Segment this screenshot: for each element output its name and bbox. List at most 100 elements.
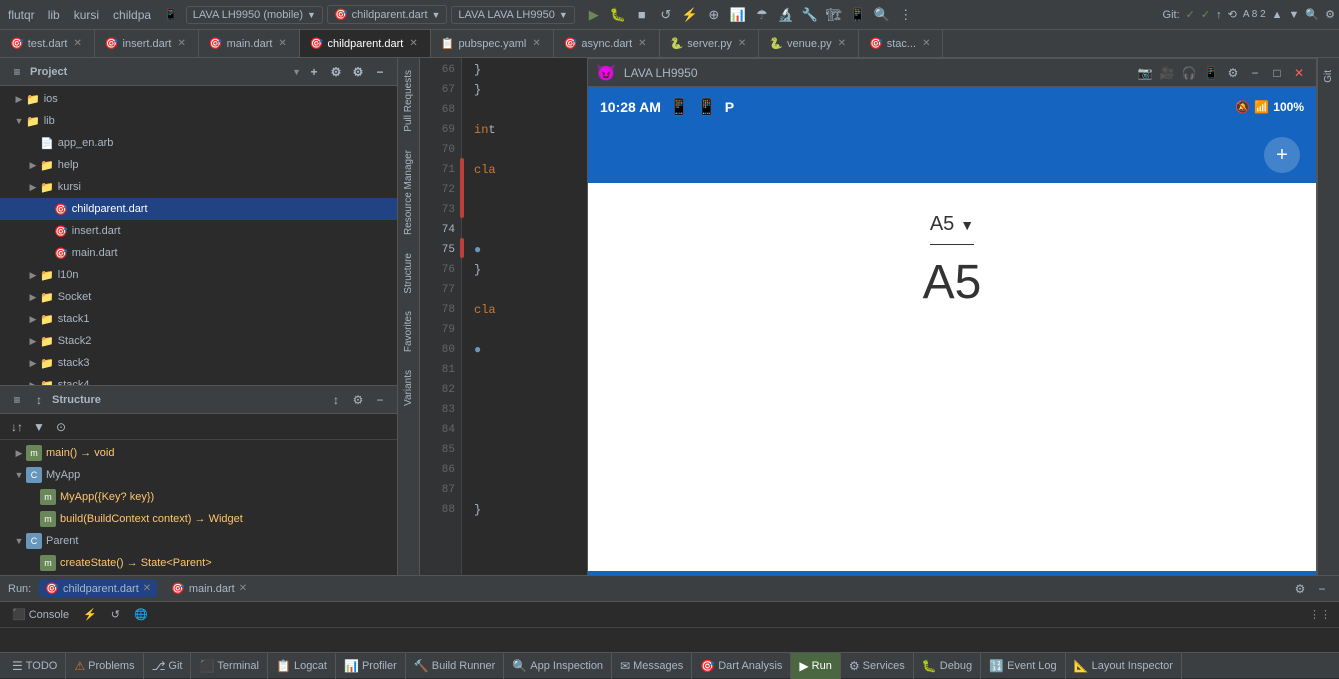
tree-item-stack4[interactable]: ▶ 📁 stack4 <box>0 374 397 385</box>
menu-childpa[interactable]: childpa <box>108 8 156 22</box>
console-tab[interactable]: ⬛ Console <box>8 606 73 623</box>
status-messages[interactable]: ✉ Messages <box>612 653 692 679</box>
struct-collapse-all[interactable]: ▼ <box>30 418 48 436</box>
run-tab-childparent[interactable]: 🎯 childparent.dart ✕ <box>39 580 157 597</box>
tab-async[interactable]: 🎯 async.dart ✕ <box>554 30 660 58</box>
struct-filter[interactable]: ⚙ <box>349 391 367 409</box>
tab-test[interactable]: 🎯 test.dart ✕ <box>0 30 95 58</box>
device-headphone-icon[interactable]: 🎧 <box>1180 64 1198 82</box>
project-settings-icon[interactable]: ⚙ <box>327 63 345 81</box>
device-minimize-icon[interactable]: − <box>1246 64 1264 82</box>
tree-item-help[interactable]: ▶ 📁 help <box>0 154 397 176</box>
tab-close-server[interactable]: ✕ <box>736 37 748 50</box>
menu-lib[interactable]: lib <box>43 8 65 22</box>
device-fab-button[interactable]: + <box>1264 137 1300 173</box>
run-tab-close-main[interactable]: ✕ <box>239 583 247 594</box>
tab-close-insert[interactable]: ✕ <box>175 37 187 50</box>
device2-selector[interactable]: LAVA LAVA LH9950 ▼ <box>451 6 574 24</box>
more1[interactable]: ⋮ <box>895 4 917 26</box>
status-todo[interactable]: ☰ TODO <box>4 653 66 679</box>
tree-item-stack2[interactable]: ▶ 📁 Stack2 <box>0 330 397 352</box>
tab-insert[interactable]: 🎯 insert.dart ✕ <box>95 30 199 58</box>
device-camera-icon[interactable]: 📷 <box>1136 64 1154 82</box>
struct-item-main[interactable]: ▶ m main() → void <box>0 442 397 464</box>
struct-item-myapp[interactable]: ▼ C MyApp <box>0 464 397 486</box>
tree-item-ios[interactable]: ▶ 📁 ios <box>0 88 397 110</box>
device-maximize-icon[interactable]: □ <box>1268 64 1286 82</box>
stop-button[interactable]: ■ <box>631 4 653 26</box>
tab-pubspec[interactable]: 📋 pubspec.yaml ✕ <box>431 30 554 58</box>
tab-close-main[interactable]: ✕ <box>276 37 288 50</box>
tab-main[interactable]: 🎯 main.dart ✕ <box>199 30 300 58</box>
side-tab-variants[interactable]: Variants <box>400 362 417 414</box>
inspect-button[interactable]: 🔍 <box>871 4 893 26</box>
device-video-icon[interactable]: 🎥 <box>1158 64 1176 82</box>
side-tab-pull-requests[interactable]: Pull Requests <box>400 62 417 140</box>
flutter-tab[interactable]: ⚡ <box>79 606 101 623</box>
device-selector[interactable]: LAVA LH9950 (mobile) ▼ <box>186 6 323 24</box>
tab-stac[interactable]: 🎯 stac... ✕ <box>859 30 943 58</box>
run-tab-close-childparent[interactable]: ✕ <box>143 583 151 594</box>
tree-item-kursi[interactable]: ▶ 📁 kursi <box>0 176 397 198</box>
status-dart-analysis[interactable]: 🎯 Dart Analysis <box>692 653 791 679</box>
code-editor[interactable]: } } int cla ● } cla ● } <box>462 58 587 575</box>
device-settings-icon[interactable]: ⚙ <box>1224 64 1242 82</box>
profile-button[interactable]: 📊 <box>727 4 749 26</box>
menu-kursi[interactable]: kursi <box>69 8 104 22</box>
status-app-inspection[interactable]: 🔍 App Inspection <box>504 653 612 679</box>
sdk-button[interactable]: 🔧 <box>799 4 821 26</box>
status-services[interactable]: ⚙ Services <box>841 653 914 679</box>
struct-item-createstate[interactable]: m createState() → State<Parent> <box>0 552 397 574</box>
project-minimize[interactable]: − <box>371 63 389 81</box>
status-terminal[interactable]: ⬛ Terminal <box>191 653 268 679</box>
right-tab-git[interactable]: Git <box>1320 62 1337 91</box>
struct-expand-all[interactable]: ↓↑ <box>8 418 26 436</box>
status-build-runner[interactable]: 🔨 Build Runner <box>406 653 505 679</box>
project-gear[interactable]: ⚙ <box>349 63 367 81</box>
tab-close-childparent[interactable]: ✕ <box>407 37 419 50</box>
status-layout-inspector[interactable]: 📐 Layout Inspector <box>1066 653 1182 679</box>
struct-scroll-to[interactable]: ↕ <box>327 391 345 409</box>
tab-close-pubspec[interactable]: ✕ <box>530 37 542 50</box>
console-dots[interactable]: ⋮⋮ <box>1309 608 1331 621</box>
side-tab-resource-manager[interactable]: Resource Manager <box>400 142 417 243</box>
analyze-button[interactable]: 🔬 <box>775 4 797 26</box>
tree-item-insert[interactable]: 🎯 insert.dart <box>0 220 397 242</box>
side-tab-favorites[interactable]: Favorites <box>400 303 417 360</box>
reload-tab[interactable]: ↺ <box>107 606 124 623</box>
debug-button[interactable]: 🐛 <box>607 4 629 26</box>
device-dropdown[interactable]: A5 ▼ <box>930 213 974 245</box>
device-icon[interactable]: 📱 <box>847 4 869 26</box>
tree-item-socket[interactable]: ▶ 📁 Socket <box>0 286 397 308</box>
struct-locate[interactable]: ⊙ <box>52 418 70 436</box>
struct-sort-type[interactable]: ↕ <box>30 391 48 409</box>
status-event-log[interactable]: 🔢 Event Log <box>981 653 1066 679</box>
tab-close-venue[interactable]: ✕ <box>836 37 848 50</box>
tab-close-async[interactable]: ✕ <box>636 37 648 50</box>
attach-button[interactable]: ⊕ <box>703 4 725 26</box>
file-selector[interactable]: 🎯 childparent.dart ▼ <box>327 5 447 24</box>
tab-close-test[interactable]: ✕ <box>71 37 83 50</box>
status-problems[interactable]: ⚠ Problems <box>66 653 143 679</box>
status-profiler[interactable]: 📊 Profiler <box>336 653 406 679</box>
coverage-button[interactable]: ☂ <box>751 4 773 26</box>
status-run[interactable]: ▶ Run <box>791 653 840 679</box>
tree-item-main[interactable]: 🎯 main.dart <box>0 242 397 264</box>
struct-minimize[interactable]: − <box>371 391 389 409</box>
status-git[interactable]: ⎇ Git <box>144 653 192 679</box>
tree-item-stack3[interactable]: ▶ 📁 stack3 <box>0 352 397 374</box>
build-button[interactable]: 🏗 <box>823 4 845 26</box>
run-settings-icon[interactable]: ⚙ <box>1291 580 1309 598</box>
tree-item-l10n[interactable]: ▶ 📁 l10n <box>0 264 397 286</box>
struct-item-myapp-constructor[interactable]: m MyApp({Key? key}) <box>0 486 397 508</box>
tab-childparent[interactable]: 🎯 childparent.dart ✕ <box>300 30 431 58</box>
tab-server[interactable]: 🐍 server.py ✕ <box>660 30 760 58</box>
device-phone-icon[interactable]: 📱 <box>1202 64 1220 82</box>
side-tab-structure[interactable]: Structure <box>400 245 417 302</box>
tree-item-stack1[interactable]: ▶ 📁 stack1 <box>0 308 397 330</box>
more-run[interactable]: ⚡ <box>679 4 701 26</box>
run-tab-main[interactable]: 🎯 main.dart ✕ <box>165 580 253 597</box>
struct-item-build[interactable]: m build(BuildContext context) → Widget <box>0 508 397 530</box>
reload-button[interactable]: ↺ <box>655 4 677 26</box>
status-logcat[interactable]: 📋 Logcat <box>268 653 336 679</box>
